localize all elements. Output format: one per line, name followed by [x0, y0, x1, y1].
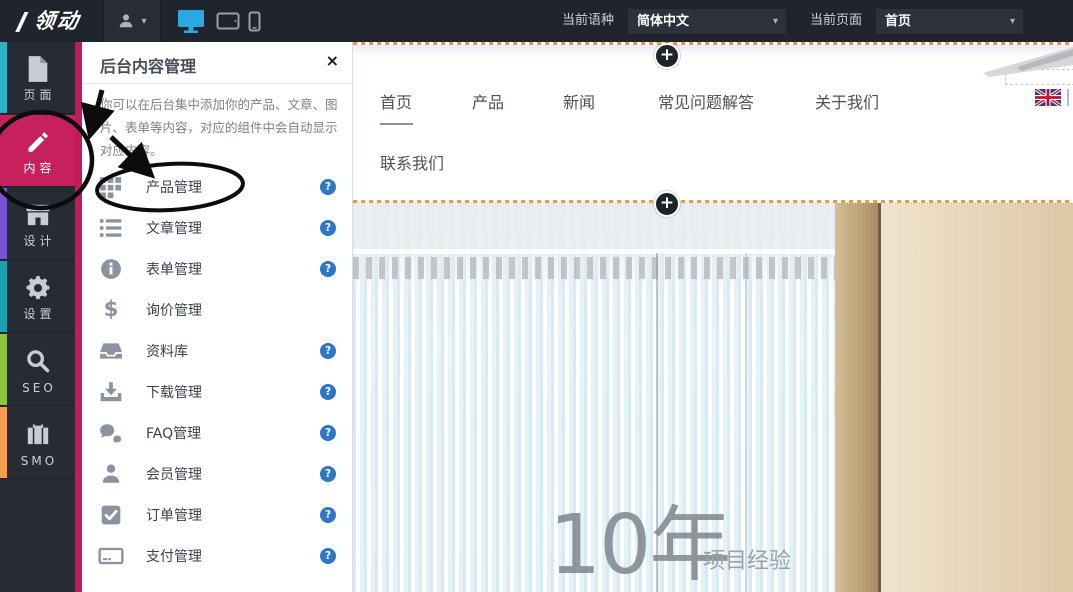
sidebar-item-settings[interactable]: 设置 [0, 261, 75, 333]
panel-accent-strip [75, 42, 82, 592]
site-nav-about[interactable]: 关于我们 [815, 89, 879, 113]
device-tablet-button[interactable] [216, 0, 240, 42]
help-icon[interactable]: ? [320, 179, 336, 195]
order-check-icon [98, 503, 124, 527]
phone-icon [248, 11, 261, 32]
help-icon[interactable]: ? [320, 548, 336, 564]
info-icon [98, 257, 124, 281]
menu-item-product-management[interactable]: 产品管理 ? [82, 166, 352, 207]
topbar: 领动 ▾ 当前语种 简体中文 ▾ 当前页面 首页 ▾ [0, 0, 1073, 42]
menu-item-order-management[interactable]: 订单管理 ? [82, 494, 352, 535]
help-icon[interactable]: ? [320, 466, 336, 482]
briefcase-icon [0, 420, 75, 448]
divider [82, 83, 352, 84]
menu-item-inquiry-management[interactable]: $ 询价管理 [82, 289, 352, 330]
pencil-icon [0, 128, 75, 156]
menu-item-article-management[interactable]: 文章管理 ? [82, 207, 352, 248]
menu-item-faq-management[interactable]: FAQ管理 ? [82, 412, 352, 453]
dollar-icon: $ [98, 298, 124, 322]
menu-item-member-management[interactable]: 会员管理 ? [82, 453, 352, 494]
panel-menu-list: 产品管理 ? 文章管理 ? 表单管理 ? $ 询价管理 资料库 ? [82, 166, 352, 576]
menu-item-resource-library[interactable]: 资料库 ? [82, 330, 352, 371]
help-icon[interactable]: ? [320, 384, 336, 400]
inbox-icon [98, 339, 124, 363]
help-icon[interactable]: ? [320, 261, 336, 277]
caret-down-icon: ▾ [141, 16, 146, 27]
section-highlight-border [353, 200, 1073, 203]
help-icon[interactable]: ? [320, 220, 336, 236]
device-phone-button[interactable] [248, 0, 261, 42]
chat-icon [98, 421, 124, 445]
help-icon[interactable]: ? [320, 343, 336, 359]
flag-separator [1067, 89, 1069, 106]
sidebar-item-pages[interactable]: 页面 [0, 42, 75, 114]
beige-wall [881, 203, 1073, 592]
hero-banner-section[interactable]: 10年 项目经验 [353, 203, 1073, 592]
menu-item-download-management[interactable]: 下载管理 ? [82, 371, 352, 412]
list-icon [98, 216, 124, 240]
search-icon [0, 347, 75, 375]
sidebar-item-content[interactable]: 内容 [0, 115, 75, 187]
current-language-label: 当前语种 [562, 0, 614, 42]
hero-headline-small: 项目经验 [703, 543, 791, 575]
menu-item-payment-management[interactable]: 支付管理 ? [82, 535, 352, 576]
device-desktop-button[interactable] [176, 0, 206, 42]
sidebar-item-smo[interactable]: SMO [0, 407, 75, 479]
grid-icon [98, 175, 124, 199]
curtain-seam-line [745, 253, 747, 592]
download-icon [98, 380, 124, 404]
content-management-panel: 后台内容管理 × 你可以在后台集中添加你的产品、文章、图片、表单等内容，对应的组… [82, 42, 353, 592]
sidebar: 页面 内容 设计 设置 SEO SMO [0, 42, 75, 592]
user-menu-button[interactable]: ▾ [103, 0, 161, 42]
site-nav-contact[interactable]: 联系我们 [380, 150, 444, 174]
uk-flag-icon[interactable] [1035, 89, 1061, 106]
chevron-down-icon: ▾ [773, 9, 778, 34]
corner-image-fragment [983, 45, 1073, 79]
site-nav-news[interactable]: 新闻 [563, 89, 595, 113]
chevron-down-icon: ▾ [1010, 9, 1015, 34]
active-nav-underline [380, 123, 413, 125]
current-page-label: 当前页面 [810, 0, 862, 42]
user-icon [117, 12, 135, 30]
site-nav-home[interactable]: 首页 [380, 89, 412, 113]
sidebar-item-seo[interactable]: SEO [0, 334, 75, 406]
menu-item-form-management[interactable]: 表单管理 ? [82, 248, 352, 289]
desktop-icon [176, 8, 206, 34]
gear-icon [0, 274, 75, 302]
wood-column [835, 203, 878, 592]
panel-description: 你可以在后台集中添加你的产品、文章、图片、表单等内容，对应的组件中会自动显示对应… [100, 93, 338, 162]
site-nav-products[interactable]: 产品 [472, 89, 504, 113]
section-highlight-border [353, 42, 1073, 45]
store-icon [0, 201, 75, 229]
page-icon [0, 55, 75, 83]
site-nav-faq[interactable]: 常见问题解答 [658, 89, 754, 113]
curtain-hooks [353, 257, 835, 279]
site-preview-canvas: 首页 产品 新闻 常见问题解答 关于我们 联系我们 + + 10年 项目经验 [353, 42, 1073, 592]
curtain-rod [353, 249, 835, 254]
credit-card-icon [98, 544, 124, 568]
add-section-button-middle[interactable]: + [654, 191, 680, 217]
sidebar-item-design[interactable]: 设计 [0, 188, 75, 260]
logo: 领动 [17, 0, 83, 42]
member-icon [98, 462, 124, 486]
site-header-section[interactable]: 首页 产品 新闻 常见问题解答 关于我们 联系我们 [353, 45, 1073, 203]
close-icon[interactable]: × [326, 51, 339, 70]
add-section-button-top[interactable]: + [654, 43, 680, 69]
logo-slash-icon [15, 12, 34, 32]
language-select[interactable]: 简体中文 ▾ [628, 9, 786, 34]
help-icon[interactable]: ? [320, 507, 336, 523]
tablet-icon [216, 12, 240, 30]
page-select[interactable]: 首页 ▾ [876, 9, 1023, 34]
panel-title: 后台内容管理 [100, 53, 196, 77]
help-icon[interactable]: ? [320, 425, 336, 441]
